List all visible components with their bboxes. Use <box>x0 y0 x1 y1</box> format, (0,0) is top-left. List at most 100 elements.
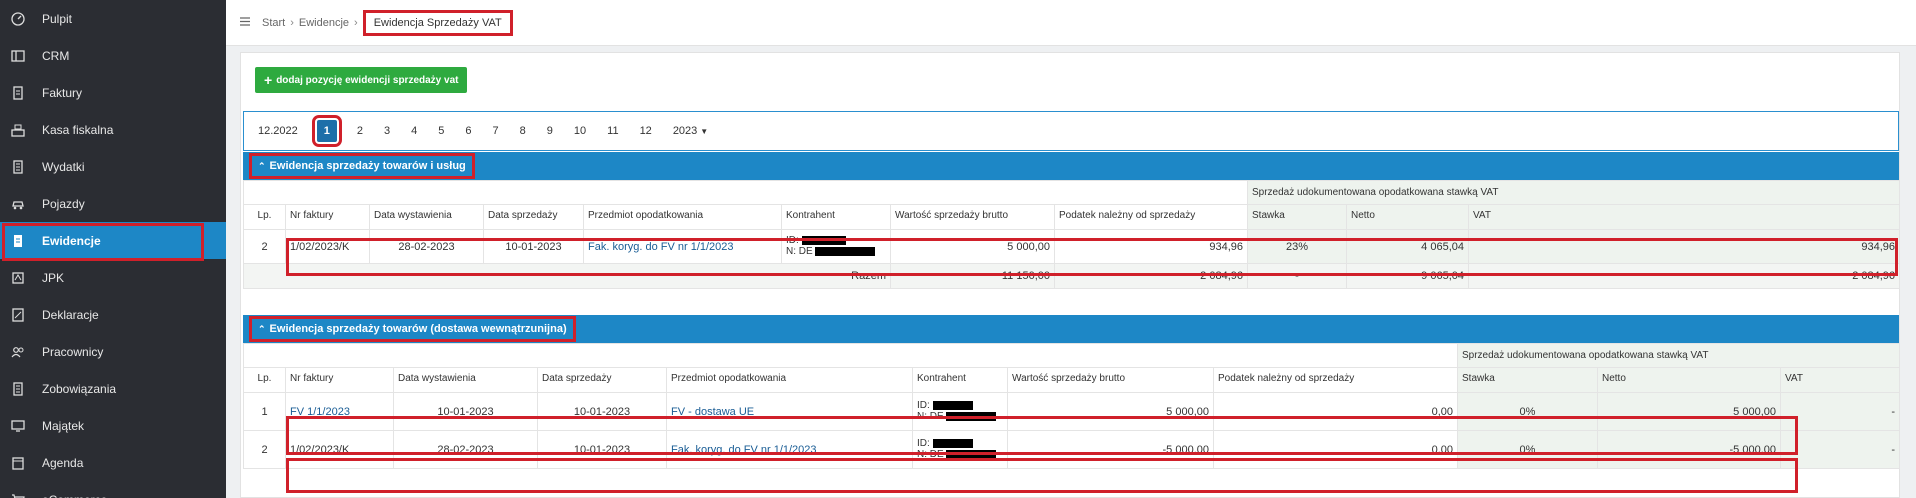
redaction-block <box>932 401 973 411</box>
section-header-intra-eu: ⌃ Ewidencja sprzedaży towarów (dostawa we… <box>243 315 1899 343</box>
sidebar-item-agenda[interactable]: Agenda <box>0 444 226 481</box>
redaction-block <box>815 246 876 256</box>
breadcrumb-current: Ewidencja Sprzedaży VAT <box>362 9 513 36</box>
sidebar-item-crm[interactable]: CRM <box>0 37 226 74</box>
month-item[interactable]: 12 <box>640 125 652 137</box>
cell-netto: -5 000,00 <box>1597 430 1781 469</box>
col-header-vat: VAT <box>1467 204 1901 230</box>
cell-podatek: 0,00 <box>1213 392 1458 431</box>
month-item[interactable]: 11 <box>607 125 618 137</box>
sidebar-item-label: Ewidencje <box>42 233 101 248</box>
month-item[interactable]: 5 <box>438 125 444 137</box>
sidebar-item-jpk[interactable]: JPK <box>0 259 226 296</box>
breadcrumb-ewidencje[interactable]: Ewidencje <box>299 17 349 29</box>
cell-nr: 1/02/2023/K <box>285 229 370 264</box>
redaction-block <box>801 236 846 246</box>
month-item[interactable]: 3 <box>384 125 390 137</box>
col-header-kontrahent: Kontrahent <box>912 367 1008 393</box>
table-row[interactable]: 1 FV 1/1/2023 10-01-2023 10-01-2023 FV -… <box>243 392 1901 431</box>
section-title: Ewidencja sprzedaży towarów (dostawa wew… <box>269 323 567 335</box>
col-header-vat: VAT <box>1779 367 1901 393</box>
col-header-przedmiot: Przedmiot opodatkowania <box>666 367 913 393</box>
sidebar-item-deklaracje[interactable]: Deklaracje <box>0 296 226 333</box>
sidebar-item-label: Pulpit <box>42 11 73 26</box>
cell-przedmiot-link[interactable]: FV - dostawa UE <box>666 392 913 431</box>
sidebar-item-pulpit[interactable]: Pulpit <box>0 0 226 37</box>
cell-stawka: 0% <box>1457 392 1598 431</box>
sidebar-item-majatek[interactable]: Majątek <box>0 407 226 444</box>
cell-vat: 934,96 <box>1467 229 1901 264</box>
col-header-nr: Nr faktury <box>285 204 370 230</box>
year-dropdown[interactable]: 2023 ▼ <box>673 125 708 137</box>
sidebar-item-zobowiazania[interactable]: Zobowiązania <box>0 370 226 407</box>
liabilities-icon <box>10 381 26 397</box>
breadcrumb-start[interactable]: Start <box>262 17 285 29</box>
cell-data-wyst: 10-01-2023 <box>393 392 538 431</box>
sidebar-item-label: Majątek <box>42 418 85 433</box>
cell-stawka: 23% <box>1247 229 1347 264</box>
sidebar: Pulpit CRM Faktury Kasa fiskalna Wydatki… <box>0 0 226 498</box>
expenses-icon <box>10 159 26 175</box>
breadcrumb: Start › Ewidencje › Ewidencja Sprzedaży … <box>262 9 513 36</box>
cash-register-icon <box>10 122 26 138</box>
month-item[interactable]: 8 <box>520 125 526 137</box>
calendar-icon <box>10 455 26 471</box>
sidebar-item-pojazdy[interactable]: Pojazdy <box>0 185 226 222</box>
col-header-data-wyst: Data wystawienia <box>369 204 484 230</box>
month-item[interactable]: 9 <box>547 125 553 137</box>
cell-data-sprz: 10-01-2023 <box>537 392 667 431</box>
sum-podatek: 2 084,96 <box>1054 263 1248 289</box>
sidebar-item-wydatki[interactable]: Wydatki <box>0 148 226 185</box>
sum-brutto: 11 150,00 <box>890 263 1055 289</box>
sum-netto: 9 065,04 <box>1346 263 1469 289</box>
cell-nr: 1/02/2023/K <box>285 430 394 469</box>
sidebar-item-label: eCommerce <box>42 493 107 498</box>
month-item[interactable]: 1 <box>311 115 342 147</box>
cell-kontrahent: ID: N: DE <box>781 229 891 264</box>
cell-vat: - <box>1779 430 1901 469</box>
sidebar-item-label: Wydatki <box>42 159 85 174</box>
section-title: Ewidencja sprzedaży towarów i usług <box>269 160 466 172</box>
cell-nr-link[interactable]: FV 1/1/2023 <box>285 392 394 431</box>
month-item[interactable]: 6 <box>465 125 471 137</box>
month-item[interactable]: 7 <box>493 125 499 137</box>
top-bar: Start › Ewidencje › Ewidencja Sprzedaży … <box>226 0 1916 46</box>
invoice-icon <box>10 85 26 101</box>
table-group-header: Sprzedaż udokumentowana opodatkowana sta… <box>1456 343 1901 368</box>
sidebar-item-ewidencje[interactable]: Ewidencje <box>0 222 226 259</box>
col-header-data-sprz: Data sprzedaży <box>483 204 584 230</box>
assets-icon <box>10 418 26 434</box>
sidebar-item-kasa-fiskalna[interactable]: Kasa fiskalna <box>0 111 226 148</box>
section-toggle-sales[interactable]: ⌃ Ewidencja sprzedaży towarów i usług <box>249 153 475 179</box>
month-item[interactable]: 2 <box>357 125 363 137</box>
month-prev-year[interactable]: 12.2022 <box>258 125 298 137</box>
cell-przedmiot-link[interactable]: Fak. koryg. do FV nr 1/1/2023 <box>666 430 913 469</box>
sidebar-item-label: CRM <box>42 48 70 63</box>
sales-table: Sprzedaż udokumentowana opodatkowana sta… <box>243 180 1901 289</box>
main-content: + dodaj pozycję ewidencji sprzedaży vat … <box>226 46 1916 498</box>
table-header-spacer <box>243 180 1248 205</box>
hamburger-menu-icon[interactable] <box>240 16 252 29</box>
sum-row: Razem 11 150,00 2 084,96 - 9 065,04 2 08… <box>243 263 1901 289</box>
table-row[interactable]: 2 1/02/2023/K 28-02-2023 10-01-2023 Fak.… <box>243 430 1901 469</box>
cell-przedmiot-link[interactable]: Fak. koryg. do FV nr 1/1/2023 <box>583 229 782 264</box>
ecommerce-icon <box>10 492 26 498</box>
cell-netto: 4 065,04 <box>1346 229 1469 264</box>
col-header-netto: Netto <box>1346 204 1469 230</box>
sidebar-item-label: Faktury <box>42 85 83 100</box>
cell-data-sprz: 10-01-2023 <box>483 229 584 264</box>
section-toggle-intra-eu[interactable]: ⌃ Ewidencja sprzedaży towarów (dostawa we… <box>249 316 576 342</box>
month-item[interactable]: 10 <box>574 125 586 137</box>
table-row[interactable]: 2 1/02/2023/K 28-02-2023 10-01-2023 Fak.… <box>243 229 1901 264</box>
declarations-icon <box>10 307 26 323</box>
sidebar-item-ecommerce[interactable]: eCommerce <box>0 481 226 498</box>
month-item[interactable]: 4 <box>411 125 417 137</box>
sidebar-item-faktury[interactable]: Faktury <box>0 74 226 111</box>
add-entry-button[interactable]: + dodaj pozycję ewidencji sprzedaży vat <box>255 67 468 93</box>
sidebar-item-label: Zobowiązania <box>42 381 117 396</box>
redaction-block <box>946 449 997 459</box>
month-selector: 12.2022 1 2 3 4 5 6 7 8 9 10 11 12 2023 ▼ <box>243 111 1899 151</box>
sum-stawka: - <box>1247 263 1347 289</box>
sidebar-item-pracownicy[interactable]: Pracownicy <box>0 333 226 370</box>
cell-podatek: 0,00 <box>1213 430 1458 469</box>
